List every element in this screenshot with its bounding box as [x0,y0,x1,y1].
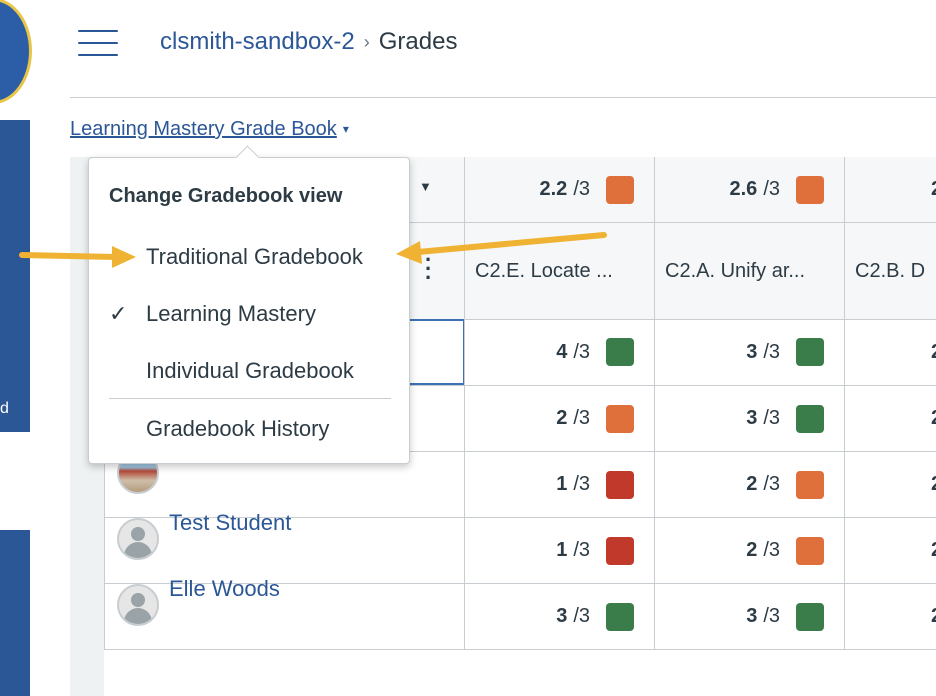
score-value: 2 [931,407,936,430]
menu-item-learning-mastery[interactable]: Learning Mastery [146,301,316,327]
average-denominator: /3 [573,178,590,200]
outcome-name[interactable]: C2.A. Unify ar... [665,223,805,319]
score-cell[interactable]: 2 [844,319,936,385]
mastery-swatch [796,404,824,433]
student-name-link[interactable]: Elle Woods [169,576,280,602]
score-denominator: /3 [573,605,590,627]
gradebook-view-menu: Change Gradebook view Traditional Gradeb… [88,145,410,464]
average-cell: 2.6/3 [654,157,844,222]
score-value: 3 [746,407,758,429]
score-cell[interactable]: 1/3 [464,452,654,517]
score-cell[interactable]: 2/3 [654,518,844,583]
score-denominator: /3 [763,407,780,429]
mastery-swatch [606,602,634,631]
score-value: 3 [556,605,568,627]
average-value: 2 [931,178,936,201]
score-denominator: /3 [763,473,780,495]
mastery-swatch [606,470,634,499]
mastery-swatch [796,536,824,565]
score-value: 2 [746,539,758,561]
gradebook-view-label[interactable]: Learning Mastery Grade Book [70,118,337,140]
header-divider [70,97,936,98]
breadcrumb-course-link[interactable]: clsmith-sandbox-2 [160,28,355,55]
student-cell: Test Student [104,510,464,583]
score-value: 2 [746,473,758,495]
mastery-swatch [606,404,634,433]
score-denominator: /3 [763,605,780,627]
score-cell[interactable]: 4/3 [464,319,654,385]
average-cell: 2.2/3 [464,157,654,222]
mastery-swatch [606,338,634,366]
score-value: 2 [931,341,936,364]
score-cell[interactable]: 2/3 [464,386,654,451]
score-denominator: /3 [763,539,780,561]
menu-notch [235,145,260,170]
breadcrumb-separator-icon: › [363,32,370,52]
table-row: Elle Woods 3/3 3/3 2 [104,576,936,650]
average-cell: 2 [844,157,936,222]
mastery-swatch [796,175,824,204]
average-value: 2.2 [539,178,568,200]
left-arrow-icon [19,246,136,268]
outcome-name[interactable]: C2.B. D [855,223,925,319]
caret-down-icon[interactable]: ▼ [419,179,432,194]
breadcrumb: clsmith-sandbox-2 › Grades [160,28,457,56]
score-denominator: /3 [573,473,590,495]
table-row: Test Student 1/3 2/3 2 [104,510,936,584]
right-arrow-icon [396,232,607,264]
score-value: 3 [746,605,758,627]
score-cell[interactable]: 3/3 [464,584,654,649]
score-cell[interactable]: 2 [844,452,936,517]
score-cell[interactable]: 2 [844,386,936,451]
score-denominator: /3 [573,539,590,561]
outcome-column-header[interactable]: C2.A. Unify ar... [654,223,844,319]
mastery-swatch [796,602,824,631]
global-nav-panel-lower[interactable] [0,530,30,696]
institution-logo[interactable] [0,0,32,104]
average-value: 2.6 [729,178,758,200]
breadcrumb-current-page: Grades [378,28,458,55]
global-nav: d [0,0,32,696]
menu-item-individual-gradebook[interactable]: Individual Gradebook [146,358,354,384]
annotation-arrows [19,232,607,268]
score-value: 2 [556,407,568,429]
score-denominator: /3 [573,340,590,363]
menu-title: Change Gradebook view [109,185,343,207]
menu-item-gradebook-history[interactable]: Gradebook History [146,416,329,442]
score-value: 1 [556,539,568,561]
score-cell[interactable]: 2 [844,518,936,583]
score-value: 3 [746,340,758,363]
checkmark-icon: ✓ [109,301,128,326]
score-value: 2 [931,473,936,496]
score-cell[interactable]: 2 [844,584,936,649]
menu-separator [109,398,391,399]
score-cell[interactable]: 2/3 [654,452,844,517]
score-value: 2 [931,605,936,628]
score-denominator: /3 [763,340,780,363]
outcome-column-header[interactable]: C2.B. D [844,223,936,319]
default-avatar-icon [117,584,159,626]
score-value: 4 [556,340,568,363]
score-cell[interactable]: 3/3 [654,386,844,451]
score-value: 2 [931,539,936,562]
score-cell[interactable]: 3/3 [654,584,844,649]
mastery-swatch [796,338,824,366]
gradebook-view-switcher[interactable]: Learning Mastery Grade Book ▾ [70,118,349,141]
mastery-swatch [796,470,824,499]
default-avatar-icon [117,518,159,560]
score-value: 1 [556,473,568,495]
score-cell[interactable]: 3/3 [654,319,844,385]
student-cell: Elle Woods [104,576,464,649]
score-denominator: /3 [573,407,590,429]
average-denominator: /3 [763,178,780,200]
mastery-swatch [606,536,634,565]
student-name-link[interactable]: Test Student [169,510,291,536]
chevron-down-icon[interactable]: ▾ [343,122,349,136]
mastery-swatch [606,175,634,204]
score-cell[interactable]: 1/3 [464,518,654,583]
hamburger-menu-icon[interactable] [78,30,118,58]
nav-partial-label: d [0,400,9,417]
